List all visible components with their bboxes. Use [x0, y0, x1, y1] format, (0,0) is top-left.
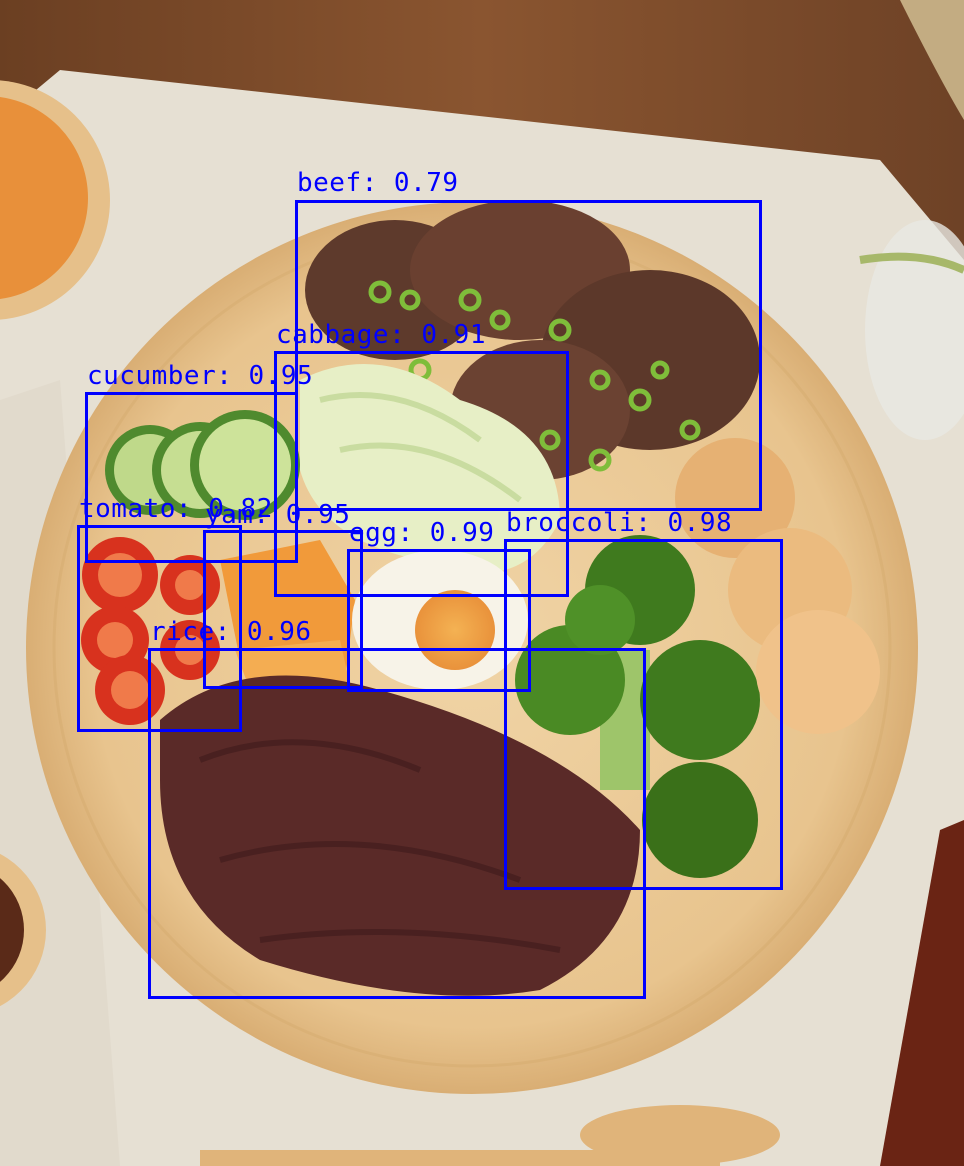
bbox-label-cucumber: cucumber: 0.95 [87, 361, 314, 391]
bbox-label-rice: rice: 0.96 [150, 617, 312, 647]
bbox-label-egg: egg: 0.99 [349, 518, 495, 548]
bbox-label-yam: yam: 0.95 [205, 500, 351, 530]
bbox-label-beef: beef: 0.79 [297, 168, 459, 198]
bbox-label-broccoli: broccoli: 0.98 [506, 508, 733, 538]
bbox-rice [148, 648, 646, 999]
bbox-label-cabbage: cabbage: 0.91 [276, 320, 486, 350]
detection-overlay: beef: 0.79 cabbage: 0.91 cucumber: 0.95 … [0, 0, 964, 1166]
